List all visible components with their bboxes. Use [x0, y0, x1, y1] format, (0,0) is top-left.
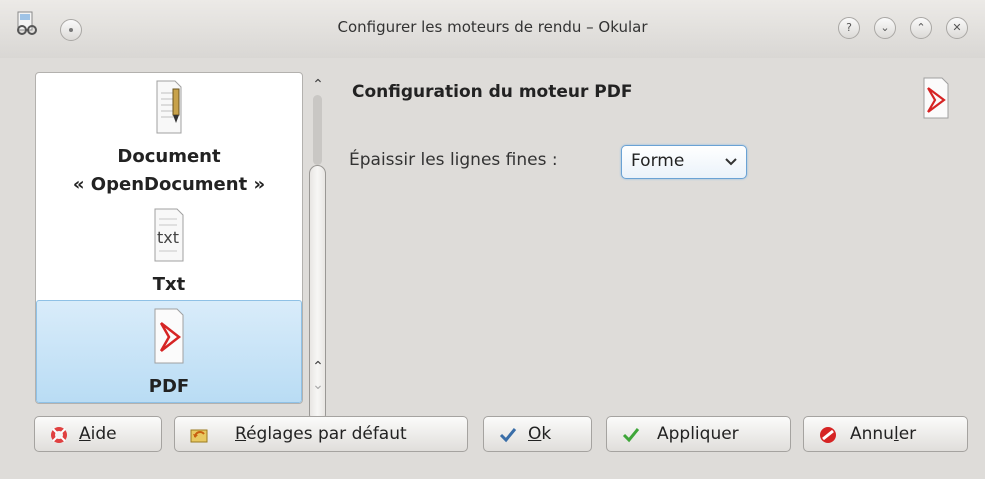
help-lifebuoy-icon	[51, 427, 67, 443]
help-button[interactable]: Aide	[34, 416, 162, 452]
pdf-icon	[154, 308, 184, 364]
question-icon: ?	[846, 21, 852, 34]
page-title: Configuration du moteur PDF	[352, 82, 633, 102]
button-label: Réglages par défaut	[235, 424, 407, 444]
close-button[interactable]: ✕	[946, 17, 968, 39]
chevron-down-icon	[725, 158, 737, 166]
thin-lines-label: Épaissir les lignes fines :	[349, 150, 558, 170]
select-value: Forme	[631, 151, 685, 171]
button-label: Annuler	[850, 424, 917, 444]
button-label: Ok	[528, 424, 552, 444]
help-window-button[interactable]: ?	[838, 17, 860, 39]
apply-button[interactable]: Appliquer	[606, 416, 791, 452]
title-bar[interactable]: Configurer les moteurs de rendu – Okular…	[0, 0, 985, 58]
list-item-label: PDF	[148, 376, 190, 397]
list-item-opendocument[interactable]: Document « OpenDocument »	[36, 79, 302, 201]
cancel-icon	[820, 427, 836, 443]
button-label: Appliquer	[657, 424, 739, 444]
scroll-up-icon[interactable]: ⌃	[310, 360, 326, 374]
scroll-down-icon[interactable]: ⌄	[310, 378, 326, 392]
pdf-icon	[923, 77, 949, 119]
opendocument-icon	[156, 80, 182, 134]
txt-icon: txt	[154, 208, 184, 262]
scrollbar-groove	[313, 95, 322, 165]
scroll-up-icon[interactable]: ⌃	[310, 78, 326, 92]
svg-text:txt: txt	[157, 228, 179, 247]
maximize-button[interactable]: ⌃	[910, 17, 932, 39]
ok-button[interactable]: Ok	[483, 416, 592, 452]
list-item-pdf[interactable]: PDF	[36, 300, 302, 403]
button-label: Aide	[79, 424, 117, 444]
checkmark-icon	[622, 428, 640, 443]
chevron-down-icon: ⌄	[880, 21, 890, 34]
cancel-button[interactable]: Annuler	[803, 416, 968, 452]
close-icon: ✕	[952, 21, 962, 34]
list-item-label: Document	[117, 146, 221, 167]
minimize-button[interactable]: ⌄	[874, 17, 896, 39]
list-scrollbar[interactable]: ⌃ ⌃ ⌄	[306, 72, 330, 423]
restore-defaults-icon	[190, 429, 208, 443]
backend-list[interactable]: Document « OpenDocument » txt Txt PDF	[35, 72, 303, 404]
list-item-label: Txt	[152, 274, 186, 295]
dialog-window: Configurer les moteurs de rendu – Okular…	[0, 0, 985, 479]
checkmark-icon	[499, 428, 517, 443]
list-item-label: « OpenDocument »	[72, 174, 266, 195]
thin-lines-select[interactable]: Forme	[621, 145, 747, 179]
chevron-up-icon: ⌃	[916, 21, 926, 34]
defaults-button[interactable]: Réglages par défaut	[174, 416, 468, 452]
list-item-txt[interactable]: txt Txt	[36, 207, 302, 295]
